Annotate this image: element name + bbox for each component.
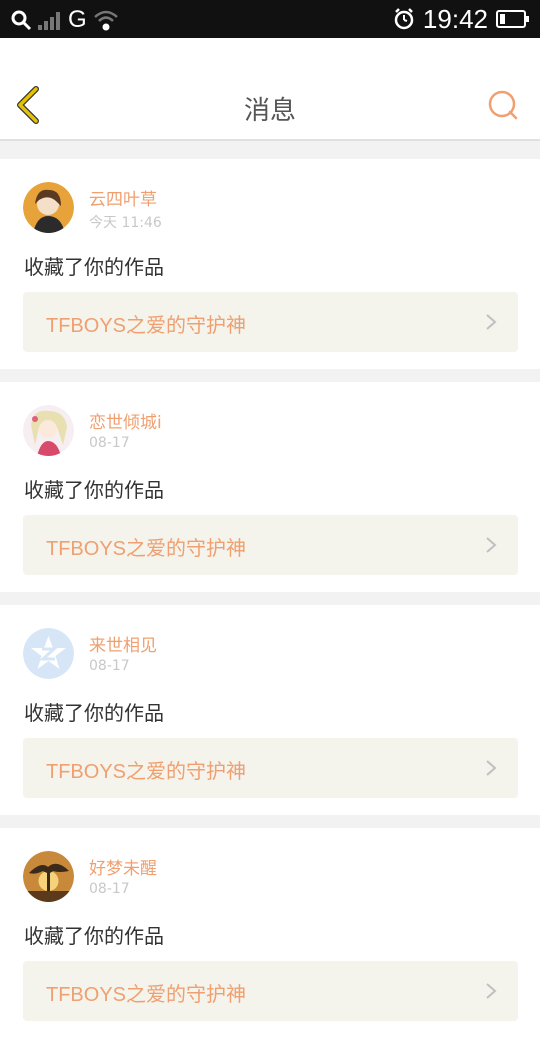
timestamp: 08-17 (89, 658, 130, 674)
timestamp: 08-17 (89, 435, 130, 451)
username[interactable]: 来世相见 (89, 631, 157, 656)
battery-icon (496, 10, 529, 28)
top-bar: 消息 (0, 38, 540, 141)
wifi-icon (93, 10, 118, 31)
work-link[interactable]: TFBOYS之爱的守护神 (23, 515, 518, 575)
chevron-right-icon (486, 314, 497, 330)
work-link[interactable]: TFBOYS之爱的守护神 (23, 738, 518, 798)
chevron-right-icon (486, 537, 497, 553)
avatar[interactable] (23, 628, 74, 679)
chevron-right-icon (486, 983, 497, 999)
chevron-right-icon (486, 760, 497, 776)
message-card: 恋世倾城i 08-17 收藏了你的作品 TFBOYS之爱的守护神 (0, 382, 540, 592)
action-text: 收藏了你的作品 (24, 701, 164, 725)
message-card: 来世相见 08-17 收藏了你的作品 TFBOYS之爱的守护神 (0, 605, 540, 815)
alarm-icon (394, 8, 414, 30)
status-bar: G 19:42 (0, 0, 540, 38)
username[interactable]: 好梦未醒 (89, 854, 157, 879)
message-card: 云四叶草 今天 11:46 收藏了你的作品 TFBOYS之爱的守护神 (0, 159, 540, 369)
clock: 19:42 (422, 4, 488, 34)
action-text: 收藏了你的作品 (24, 924, 164, 948)
action-text: 收藏了你的作品 (24, 478, 164, 502)
username[interactable]: 云四叶草 (89, 185, 157, 210)
message-list: 云四叶草 今天 11:46 收藏了你的作品 TFBOYS之爱的守护神 恋世倾城i… (0, 146, 540, 1038)
timestamp: 08-17 (89, 881, 130, 897)
avatar[interactable] (23, 405, 74, 456)
network-type: G (68, 6, 87, 33)
status-left: G (10, 6, 119, 34)
message-card: 好梦未醒 08-17 收藏了你的作品 TFBOYS之爱的守护神 (0, 828, 540, 1038)
timestamp: 今天 11:46 (89, 215, 162, 231)
work-link[interactable]: TFBOYS之爱的守护神 (23, 292, 518, 352)
work-link[interactable]: TFBOYS之爱的守护神 (23, 961, 518, 1021)
work-title: TFBOYS之爱的守护神 (46, 315, 247, 337)
search-icon (11, 10, 32, 31)
username[interactable]: 恋世倾城i (89, 408, 162, 433)
work-title: TFBOYS之爱的守护神 (46, 761, 247, 783)
status-right: 19:42 (393, 5, 530, 33)
work-title: TFBOYS之爱的守护神 (46, 984, 247, 1006)
work-title: TFBOYS之爱的守护神 (46, 538, 247, 560)
action-text: 收藏了你的作品 (24, 255, 164, 279)
avatar[interactable] (23, 182, 74, 233)
signal-icon (38, 12, 60, 30)
search-button-icon[interactable] (486, 88, 520, 122)
page-title: 消息 (243, 96, 296, 126)
avatar[interactable] (23, 851, 74, 902)
